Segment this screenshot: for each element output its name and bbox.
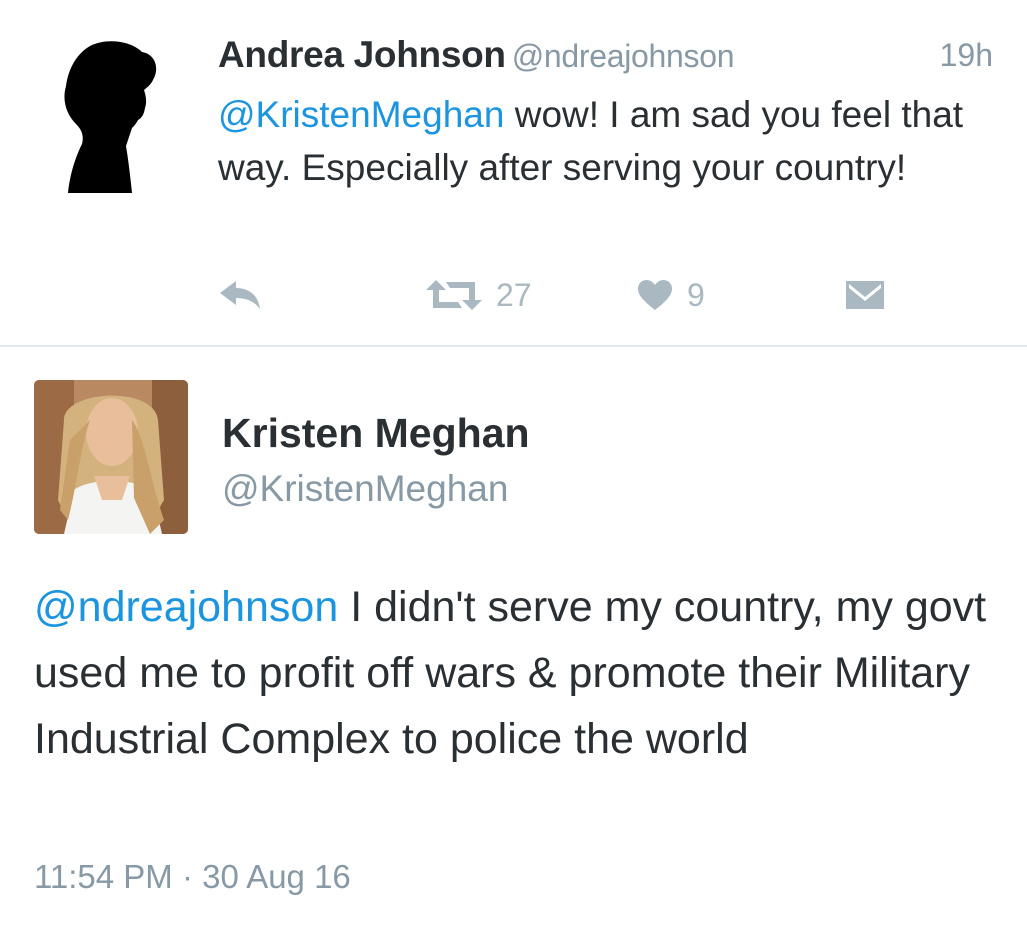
timestamp-separator: · [172, 858, 203, 895]
mention-link[interactable]: @KristenMeghan [218, 94, 504, 135]
author-name[interactable]: Andrea Johnson [218, 34, 506, 75]
author-line[interactable]: Andrea Johnson @ndreajohnson [218, 34, 735, 76]
retweet-count: 27 [496, 276, 532, 313]
reply-button[interactable] [218, 270, 262, 320]
author-handle[interactable]: @KristenMeghan [222, 468, 508, 510]
profile-photo [34, 380, 188, 534]
silhouette-icon [64, 41, 157, 194]
reply-tweet[interactable]: Andrea Johnson @ndreajohnson 19h @Kristen… [0, 0, 1027, 346]
tweet-date[interactable]: 30 Aug 16 [202, 858, 351, 895]
heart-icon [638, 280, 672, 310]
like-count: 9 [687, 276, 705, 313]
direct-message-button[interactable] [845, 270, 885, 320]
author-handle[interactable]: @ndreajohnson [512, 38, 735, 74]
avatar[interactable] [34, 380, 188, 534]
tweet-timestamp[interactable]: 11:54 PM · 30 Aug 16 [34, 858, 351, 896]
mention-link[interactable]: @ndreajohnson [34, 583, 338, 631]
tweet-divider [0, 345, 1027, 347]
tweet-actions: 27 9 [0, 270, 1027, 320]
tweet-text: @ndreajohnson I didn't serve my country,… [34, 574, 994, 772]
retweet-button[interactable]: 27 [426, 270, 532, 320]
avatar-silhouette[interactable] [60, 38, 160, 194]
retweet-icon [426, 280, 482, 310]
envelope-icon [846, 281, 884, 309]
author-name[interactable]: Kristen Meghan [222, 410, 530, 457]
tweet-time[interactable]: 11:54 PM [34, 858, 173, 895]
like-button[interactable]: 9 [637, 270, 705, 320]
tweet-text: @KristenMeghan wow! I am sad you feel th… [218, 88, 978, 194]
reply-icon [220, 281, 260, 309]
timestamp[interactable]: 19h [940, 37, 993, 74]
